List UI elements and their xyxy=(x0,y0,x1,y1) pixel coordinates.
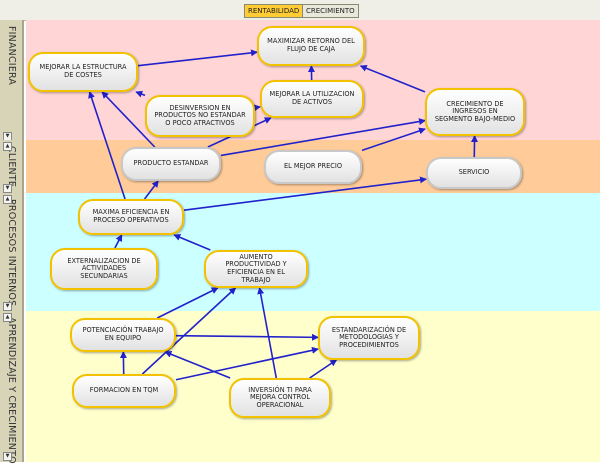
scroll-down-icon[interactable]: ▼ xyxy=(3,452,12,461)
scroll-down-icon[interactable]: ▼ xyxy=(3,184,12,193)
perspective-cliente: CLIENTE ▲ ▼ xyxy=(0,140,24,193)
objective-mejor-precio[interactable]: EL MEJOR PRECIO xyxy=(264,150,362,184)
scroll-up-icon[interactable]: ▲ xyxy=(3,313,12,322)
objective-inversion-ti[interactable]: INVERSIÓN TI PARA MEJORA CONTROL OPERACI… xyxy=(229,378,331,418)
objective-formacion-tqm[interactable]: FORMACION EN TQM xyxy=(72,374,176,408)
objective-retorno-caja[interactable]: MAXIMIZAR RETORNO DEL FLUJO DE CAJA xyxy=(257,26,365,66)
objective-crecimiento-ingresos[interactable]: CRECIMIENTO DE INGRESOS EN SEGMENTO BAJO… xyxy=(425,88,525,136)
scroll-down-icon[interactable]: ▼ xyxy=(3,302,12,311)
objective-estandarizacion[interactable]: ESTANDARIZACIÓN DE METODOLOGIAS Y PROCED… xyxy=(318,316,420,360)
objective-estructura-costes[interactable]: MEJORAR LA ESTRUCTURA DE COSTES xyxy=(28,52,138,92)
perspective-financiera: FINANCIERA ▼ xyxy=(0,20,24,140)
objective-productividad[interactable]: AUMENTO PRODUCTIVIDAD Y EFICIENCIA EN EL… xyxy=(204,250,308,288)
scroll-up-icon[interactable]: ▲ xyxy=(3,195,12,204)
scroll-up-icon[interactable]: ▲ xyxy=(3,142,12,151)
objective-desinversion[interactable]: DESINVERSION EN PRODUCTOS NO ESTANDAR O … xyxy=(145,95,255,137)
objective-eficiencia-procesos[interactable]: MAXIMA EFICIENCIA EN PROCESO OPERATIVOS xyxy=(78,199,184,235)
perspective-label: CLIENTE xyxy=(6,146,17,187)
objective-trabajo-equipo[interactable]: POTENCIACIÓN TRABAJO EN EQUIPO xyxy=(70,318,176,352)
objective-servicio[interactable]: SERVICIO xyxy=(426,157,522,189)
perspective-label: PROCESOS INTERNOS xyxy=(6,199,17,306)
toolbar: RENTABILIDAD CRECIMIENTO xyxy=(0,0,600,21)
perspective-label: APRENDIZAJE Y CRECIMIENTO xyxy=(6,317,17,464)
tab-crecimiento[interactable]: CRECIMIENTO xyxy=(302,4,359,18)
tab-rentabilidad[interactable]: RENTABILIDAD xyxy=(244,4,303,18)
objective-producto-estandar[interactable]: PRODUCTO ESTANDAR xyxy=(121,147,221,181)
objective-utilizacion-activos[interactable]: MEJORAR LA UTILIZACION DE ACTIVOS xyxy=(260,80,364,118)
objective-externalizacion[interactable]: EXTERNALIZACION DE ACTIVIDADES SECUNDARI… xyxy=(50,248,158,290)
perspective-aprendizaje: APRENDIZAJE Y CRECIMIENTO ▲ ▼ xyxy=(0,311,24,462)
perspective-label: FINANCIERA xyxy=(6,26,17,85)
perspective-procesos: PROCESOS INTERNOS ▲ ▼ xyxy=(0,193,24,311)
